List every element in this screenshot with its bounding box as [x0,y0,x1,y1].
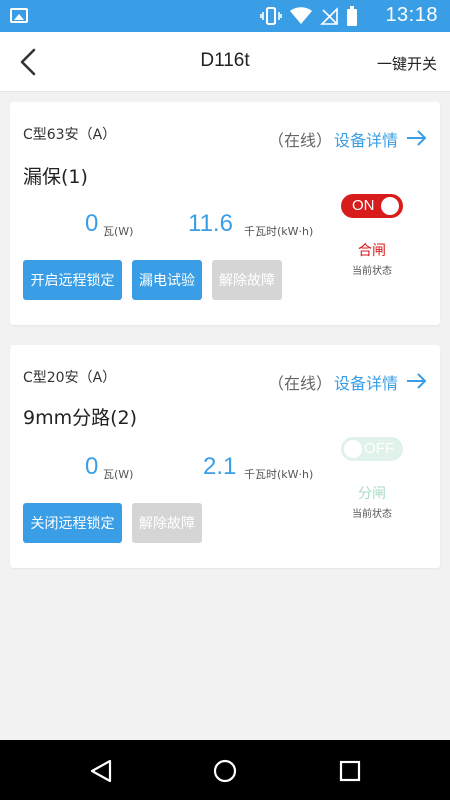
vibrate-icon [260,7,282,25]
app-header: D116t 一键开关 [0,32,450,92]
nav-home-icon[interactable] [212,758,238,784]
state-caption: 当前状态 [352,266,392,277]
status-bar: 13:18 [0,0,450,32]
nav-back-icon[interactable] [88,758,114,784]
device-name: 9mm分路(2) [23,407,138,429]
power-value: 0 [85,453,99,480]
remote-lock-button[interactable]: 关闭远程锁定 [23,503,122,543]
clear-fault-button[interactable]: 解除故障 [212,260,282,300]
signal-off-icon [320,7,338,25]
power-toggle[interactable]: ON [341,194,403,218]
toggle-label: OFF [364,440,394,457]
state-caption: 当前状态 [352,509,392,520]
image-notification-icon [10,8,28,23]
device-card: C型63安（A） （在线） 设备详情 漏保(1) 0 瓦(W) 11.6 千瓦时… [10,102,440,325]
device-name: 漏保(1) [23,166,88,188]
state-text: 分闸 [358,486,386,502]
wifi-icon [290,7,312,24]
device-model: C型63安（A） [23,127,117,143]
online-status: （在线） [268,374,333,393]
energy-unit: 千瓦时(kW·h) [244,468,314,481]
clock: 13:18 [385,4,438,26]
device-detail-link[interactable]: 设备详情 [334,370,398,394]
clear-fault-button[interactable]: 解除故障 [132,503,202,543]
device-card: C型20安（A） （在线） 设备详情 9mm分路(2) 0 瓦(W) 2.1 千… [10,345,440,568]
battery-icon [347,6,357,26]
energy-unit: 千瓦时(kW·h) [244,225,314,238]
online-status: （在线） [268,131,333,150]
energy-value: 2.1 [203,453,237,480]
power-unit: 瓦(W) [103,225,134,238]
arrow-right-icon[interactable] [406,372,428,390]
state-text: 合闸 [358,243,386,259]
device-detail-link[interactable]: 设备详情 [334,127,398,151]
leakage-test-button[interactable]: 漏电试验 [132,260,202,300]
one-key-switch-button[interactable]: 一键开关 [377,53,437,74]
toggle-knob [381,197,399,215]
remote-lock-button[interactable]: 开启远程锁定 [23,260,122,300]
toggle-knob [344,440,362,458]
system-navigation-bar [0,740,450,800]
power-toggle[interactable]: OFF [341,437,403,461]
power-value: 0 [85,210,99,237]
device-model: C型20安（A） [23,370,117,386]
energy-value: 11.6 [188,210,233,237]
arrow-right-icon[interactable] [406,129,428,147]
power-unit: 瓦(W) [103,468,134,481]
nav-recents-icon[interactable] [337,758,363,784]
toggle-label: ON [352,197,375,214]
